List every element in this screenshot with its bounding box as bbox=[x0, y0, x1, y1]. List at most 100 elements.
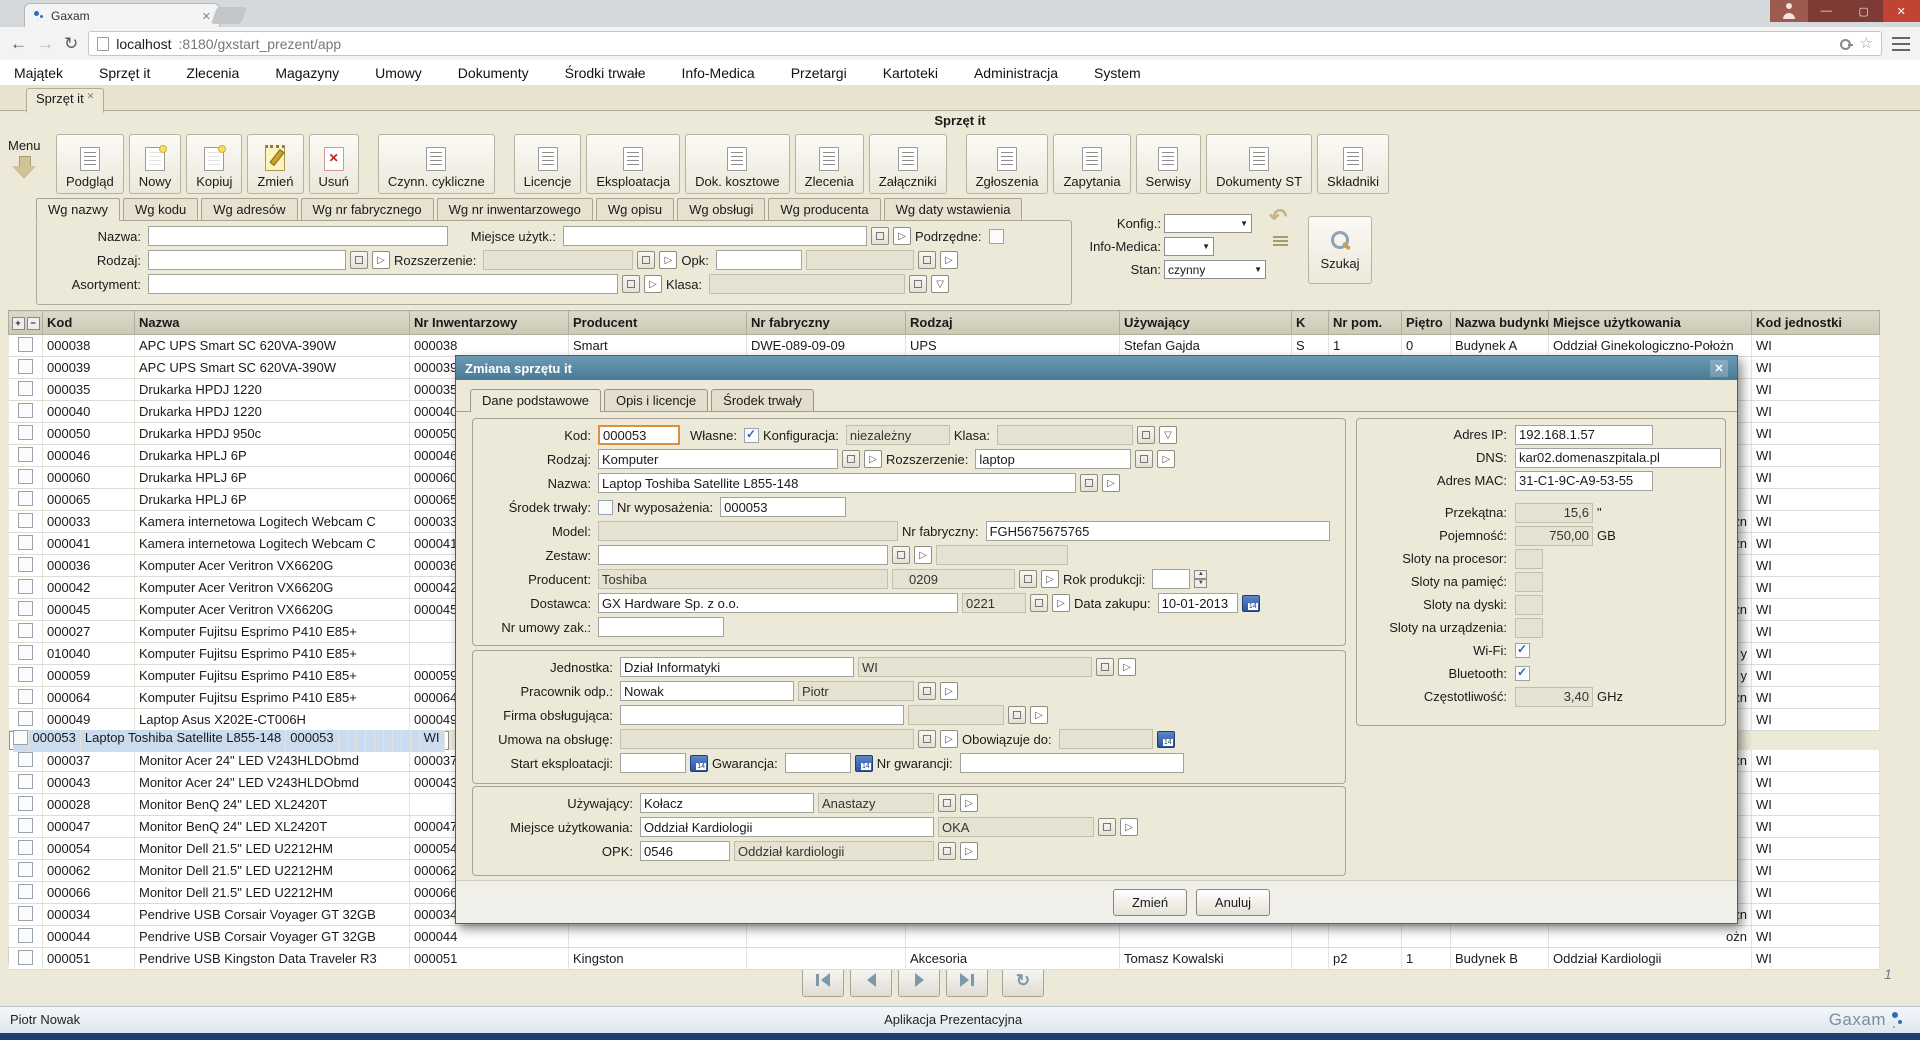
dialog-tab[interactable]: Środek trwały bbox=[711, 389, 814, 411]
row-checkbox[interactable] bbox=[18, 359, 33, 374]
wlasne-checkbox[interactable] bbox=[744, 428, 759, 443]
uzywajacy-input[interactable]: Kołacz bbox=[640, 793, 814, 813]
zestaw-input[interactable] bbox=[598, 545, 888, 565]
open-button[interactable]: ▷ bbox=[1157, 450, 1175, 468]
nr-wyposazenia-input[interactable]: 000053 bbox=[720, 497, 846, 517]
open-button[interactable]: ▷ bbox=[1041, 570, 1059, 588]
row-checkbox[interactable] bbox=[18, 425, 33, 440]
lookup-button[interactable] bbox=[622, 275, 640, 293]
column-header[interactable]: Nr fabryczny bbox=[747, 311, 906, 335]
lookup-button[interactable] bbox=[350, 251, 368, 269]
lookup-button[interactable] bbox=[637, 251, 655, 269]
bookmark-star-icon[interactable]: ☆ bbox=[1860, 36, 1873, 51]
column-header[interactable]: Producent bbox=[569, 311, 747, 335]
rodzaj-input[interactable]: Komputer bbox=[598, 449, 838, 469]
key-icon[interactable] bbox=[1839, 37, 1853, 51]
column-header[interactable]: Piętro bbox=[1402, 311, 1451, 335]
dns-input[interactable]: kar02.domenaszpitala.pl bbox=[1515, 448, 1721, 468]
app-menu-item[interactable]: Zlecenia bbox=[186, 65, 239, 81]
dropdown-button[interactable]: ▽ bbox=[931, 275, 949, 293]
calendar-icon[interactable] bbox=[1157, 731, 1175, 748]
filter-tab[interactable]: Wg nr fabrycznego bbox=[301, 198, 434, 221]
minimize-button[interactable]: — bbox=[1808, 0, 1846, 22]
column-header[interactable]: Miejsce użytkowania bbox=[1549, 311, 1752, 335]
menu-block[interactable]: Menu bbox=[8, 134, 56, 182]
kod-input[interactable]: 000053 bbox=[598, 425, 680, 445]
app-menu-item[interactable]: Magazyny bbox=[275, 65, 339, 81]
dialog-title-bar[interactable]: Zmiana sprzętu it ✕ bbox=[456, 356, 1737, 380]
column-header[interactable]: K bbox=[1292, 311, 1329, 335]
row-checkbox[interactable] bbox=[18, 689, 33, 704]
lookup-button[interactable] bbox=[1137, 426, 1155, 444]
row-checkbox[interactable] bbox=[18, 950, 33, 965]
toolbar-button[interactable]: Nowy bbox=[129, 134, 182, 194]
toolbar-button[interactable]: Kopiuj bbox=[186, 134, 242, 194]
lookup-button[interactable] bbox=[1008, 706, 1026, 724]
profile-icon[interactable] bbox=[1770, 0, 1808, 22]
toolbar-button[interactable]: Załączniki bbox=[869, 134, 947, 194]
open-button[interactable]: ▷ bbox=[1052, 594, 1070, 612]
toolbar-button[interactable]: Zapytania bbox=[1053, 134, 1130, 194]
konfig-select[interactable]: ▼ bbox=[1164, 214, 1252, 233]
lookup-button[interactable] bbox=[938, 794, 956, 812]
column-header[interactable]: Nr Inwentarzowy bbox=[410, 311, 569, 335]
lookup-button[interactable] bbox=[1096, 658, 1114, 676]
row-checkbox[interactable] bbox=[18, 796, 33, 811]
dialog-close-icon[interactable]: ✕ bbox=[1710, 360, 1728, 377]
maximize-button[interactable]: ▢ bbox=[1845, 0, 1883, 22]
app-menu-item[interactable]: Info-Medica bbox=[682, 65, 755, 81]
open-button[interactable]: ▷ bbox=[914, 546, 932, 564]
lookup-button[interactable] bbox=[871, 227, 889, 245]
open-button[interactable]: ▷ bbox=[940, 730, 958, 748]
app-menu-item[interactable]: Umowy bbox=[375, 65, 422, 81]
filter-tab[interactable]: Wg adresów bbox=[201, 198, 297, 221]
podrzedne-checkbox[interactable] bbox=[989, 229, 1004, 244]
dostawca-input[interactable]: GX Hardware Sp. z o.o. bbox=[598, 593, 958, 613]
data-zakupu-input[interactable]: 10-01-2013 bbox=[1158, 593, 1238, 613]
toolbar-button[interactable]: Licencje bbox=[514, 134, 582, 194]
miejsce-uzytk-input[interactable] bbox=[563, 226, 867, 246]
row-checkbox[interactable] bbox=[18, 774, 33, 789]
row-checkbox[interactable] bbox=[18, 711, 33, 726]
column-header[interactable]: Używający bbox=[1120, 311, 1292, 335]
collapse-button[interactable]: − bbox=[27, 317, 40, 330]
toolbar-button[interactable]: Eksploatacja bbox=[586, 134, 680, 194]
row-checkbox[interactable] bbox=[18, 884, 33, 899]
row-checkbox[interactable] bbox=[18, 447, 33, 462]
opk-input[interactable] bbox=[716, 250, 802, 270]
browser-menu-icon[interactable] bbox=[1892, 37, 1910, 51]
row-checkbox[interactable] bbox=[18, 469, 33, 484]
lookup-button[interactable] bbox=[1019, 570, 1037, 588]
opk-input[interactable]: 0546 bbox=[640, 841, 730, 861]
browser-tab[interactable]: Gaxam ✕ bbox=[24, 3, 220, 28]
row-checkbox[interactable] bbox=[18, 557, 33, 572]
module-tab-sprzet-it[interactable]: Sprzęt it✕ bbox=[26, 88, 104, 113]
row-checkbox[interactable] bbox=[18, 862, 33, 877]
open-button[interactable]: ▷ bbox=[960, 794, 978, 812]
calendar-icon[interactable] bbox=[855, 755, 873, 772]
open-button[interactable]: ▷ bbox=[960, 842, 978, 860]
toolbar-button[interactable]: Serwisy bbox=[1136, 134, 1202, 194]
rok-produkcji-input[interactable] bbox=[1152, 569, 1190, 589]
column-header[interactable]: Nazwa bbox=[135, 311, 410, 335]
miejsce-uzytkowania-input[interactable]: Oddział Kardiologii bbox=[640, 817, 934, 837]
rodzaj-input[interactable] bbox=[148, 250, 346, 270]
row-checkbox[interactable] bbox=[18, 645, 33, 660]
filter-tab[interactable]: Wg obsługi bbox=[677, 198, 765, 221]
open-button[interactable]: ▷ bbox=[940, 682, 958, 700]
undo-icon[interactable]: ↶ bbox=[1269, 204, 1287, 230]
open-button[interactable]: ▷ bbox=[1120, 818, 1138, 836]
lookup-button[interactable] bbox=[918, 730, 936, 748]
lookup-button[interactable] bbox=[1030, 594, 1048, 612]
toolbar-button[interactable]: Podgląd bbox=[56, 134, 124, 194]
filter-tab[interactable]: Wg kodu bbox=[123, 198, 198, 221]
anuluj-button[interactable]: Anuluj bbox=[1196, 889, 1270, 916]
filter-tab[interactable]: Wg nazwy bbox=[36, 198, 120, 221]
wifi-checkbox[interactable] bbox=[1515, 643, 1530, 658]
table-row[interactable]: 000051 Pendrive USB Kingston Data Travel… bbox=[9, 948, 1880, 970]
row-checkbox[interactable] bbox=[18, 337, 33, 352]
jednostka-input[interactable]: Dział Informatyki bbox=[620, 657, 854, 677]
lookup-button[interactable] bbox=[918, 251, 936, 269]
open-button[interactable]: ▷ bbox=[1118, 658, 1136, 676]
firma-input[interactable] bbox=[620, 705, 904, 725]
